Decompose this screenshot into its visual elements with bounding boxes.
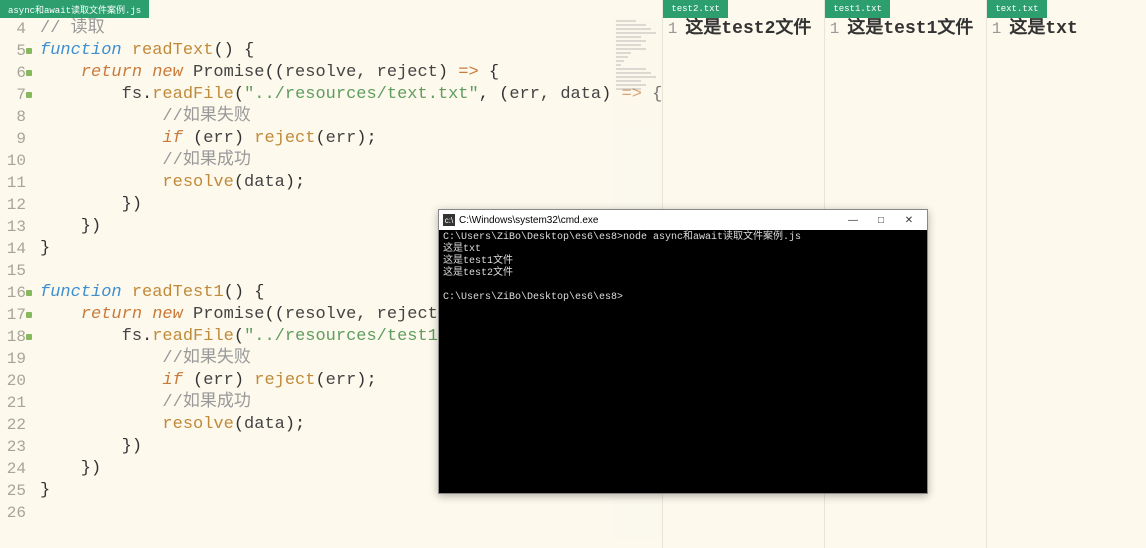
tab-bar: test1.txt	[825, 0, 986, 18]
tab-bar: text.txt	[987, 0, 1146, 18]
line-number: 8	[0, 106, 26, 128]
line-number: 12	[0, 194, 26, 216]
line-number: 21	[0, 392, 26, 414]
cmd-icon: c:\	[443, 214, 455, 226]
code-line[interactable]: //如果成功	[40, 150, 662, 172]
minimize-button[interactable]: —	[839, 211, 867, 229]
line-number: 17	[0, 304, 26, 326]
line-number: 26	[0, 502, 26, 524]
line-number: 15	[0, 260, 26, 282]
cmd-title: C:\Windows\system32\cmd.exe	[459, 215, 839, 226]
line-gutter: 1	[987, 18, 1005, 548]
close-button[interactable]: ✕	[895, 211, 923, 229]
line-number: 9	[0, 128, 26, 150]
line-number: 19	[0, 348, 26, 370]
line-number: 20	[0, 370, 26, 392]
code-line[interactable]: function readText() {	[40, 40, 662, 62]
line-number: 4	[0, 18, 26, 40]
code-line[interactable]: resolve(data);	[40, 172, 662, 194]
line-number: 23	[0, 436, 26, 458]
maximize-button[interactable]: □	[867, 211, 895, 229]
code-line[interactable]: fs.readFile("../resources/text.txt", (er…	[40, 84, 662, 106]
cmd-titlebar[interactable]: c:\ C:\Windows\system32\cmd.exe — □ ✕	[439, 210, 927, 230]
line-number: 22	[0, 414, 26, 436]
line-number: 10	[0, 150, 26, 172]
cmd-window[interactable]: c:\ C:\Windows\system32\cmd.exe — □ ✕ C:…	[438, 209, 928, 494]
line-number: 7	[0, 84, 26, 106]
code-line[interactable]: //如果失败	[40, 106, 662, 128]
code-line[interactable]: if (err) reject(err);	[40, 128, 662, 150]
file-tab-test1[interactable]: test1.txt	[825, 0, 890, 18]
code-line[interactable]	[40, 502, 662, 524]
file-tab-text[interactable]: text.txt	[987, 0, 1046, 18]
line-number: 18	[0, 326, 26, 348]
tab-bar: test2.txt	[663, 0, 824, 18]
line-number: 24	[0, 458, 26, 480]
line-gutter: 4567891011121314151617181920212223242526	[0, 18, 32, 548]
line-number: 14	[0, 238, 26, 260]
code-line[interactable]: return new Promise((resolve, reject) => …	[40, 62, 662, 84]
code-line[interactable]: // 读取	[40, 18, 662, 40]
code-area-text[interactable]: 1 这是txt	[987, 18, 1146, 548]
tab-bar: async和await读取文件案例.js	[0, 0, 662, 18]
editor-pane-text: text.txt 1 这是txt	[987, 0, 1146, 548]
cmd-output[interactable]: C:\Users\ZiBo\Desktop\es6\es8>node async…	[439, 230, 927, 493]
line-number: 16	[0, 282, 26, 304]
line-number: 25	[0, 480, 26, 502]
line-number: 11	[0, 172, 26, 194]
line-number: 5	[0, 40, 26, 62]
line-number: 6	[0, 62, 26, 84]
line-number: 13	[0, 216, 26, 238]
file-tab-test2[interactable]: test2.txt	[663, 0, 728, 18]
file-tab-main[interactable]: async和await读取文件案例.js	[0, 0, 149, 18]
file-content: 这是txt	[1005, 18, 1077, 548]
